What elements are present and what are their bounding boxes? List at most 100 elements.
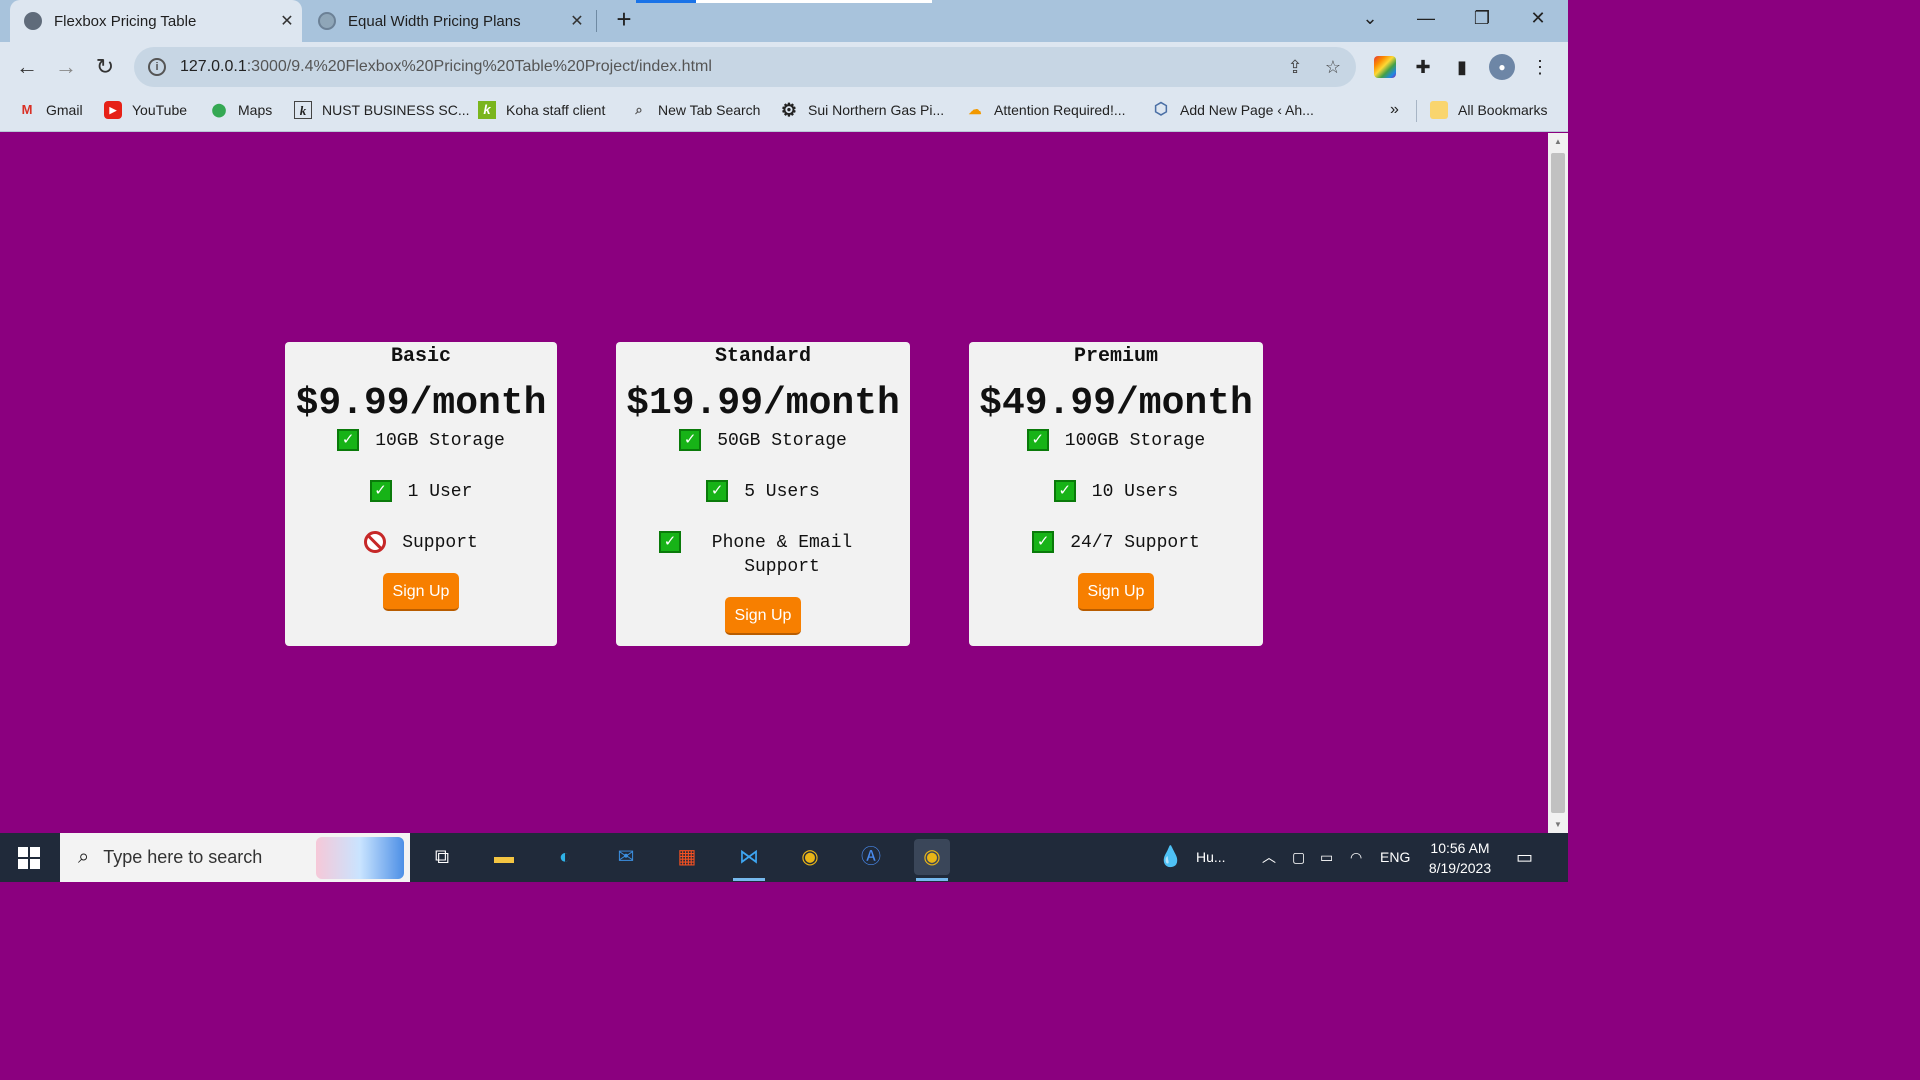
app-a-icon[interactable]: Ⓐ (853, 839, 889, 875)
feature-item: Support (285, 531, 557, 555)
tab-equal-width-pricing-plans[interactable]: Equal Width Pricing Plans ✕ (306, 0, 592, 42)
microsoft-store-icon[interactable]: ▦ (669, 839, 705, 875)
pricing-card-standard: Standard $19.99/month ✓ 50GB Storage ✓ 5 U… (616, 342, 910, 646)
color-extension-icon[interactable] (1374, 56, 1396, 78)
share-icon[interactable]: ⇪ (1280, 57, 1310, 78)
koha-icon: k (478, 101, 496, 119)
search-icon: ⌕ (635, 102, 643, 117)
chatgpt-icon (318, 12, 336, 30)
scroll-down-arrow-icon[interactable]: ▼ (1548, 820, 1568, 829)
plan-price: $9.99/month (295, 382, 547, 425)
close-window-button[interactable]: ✕ (1512, 0, 1564, 38)
more-menu-icon[interactable]: ⋮ (1527, 54, 1553, 80)
bookmark-new-tab-search[interactable]: ⌕ New Tab Search (630, 92, 760, 128)
bookmarks-separator (1416, 100, 1417, 122)
plan-name: Premium (1073, 345, 1158, 368)
forward-button[interactable]: → (49, 50, 83, 84)
scrollbar-thumb[interactable] (1551, 153, 1565, 813)
feature-list: ✓ 50GB Storage ✓ 5 Users ✓ Phone & Email Su… (616, 429, 910, 579)
plan-price: $49.99/month (979, 382, 1253, 425)
weather-text[interactable]: Hu... (1196, 833, 1226, 882)
url-text[interactable]: 127.0.0.1:3000/9.4%20Flexbox%20Pricing%2… (180, 58, 1280, 76)
task-view-icon[interactable]: ⧉ (424, 839, 460, 875)
site-info-icon[interactable]: i (148, 58, 166, 76)
minimize-button[interactable]: — (1400, 0, 1452, 38)
battery-icon[interactable]: ▭ (1320, 833, 1333, 882)
feature-item: ✓ 24/7 Support (969, 531, 1263, 555)
search-icon: ⌕ (78, 846, 90, 868)
close-icon[interactable]: ✕ (562, 11, 592, 31)
plan-name: Basic (390, 345, 451, 368)
folder-icon (1430, 101, 1448, 119)
feature-item: ✓ 5 Users (616, 480, 910, 504)
windows-start-button[interactable] (18, 847, 40, 869)
wifi-icon[interactable]: ◠ (1350, 833, 1362, 882)
checkmark-icon: ✓ (1026, 429, 1049, 451)
bookmark-koha[interactable]: k Koha staff client (478, 92, 605, 128)
bookmark-sui-northern[interactable]: ⚙ Sui Northern Gas Pi... (780, 92, 944, 128)
puzzle-extensions-icon[interactable]: ✚ (1410, 54, 1436, 80)
meet-now-icon[interactable]: ▢ (1292, 833, 1305, 882)
feature-item: ✓ 1 User (285, 480, 557, 504)
notification-icon[interactable]: ▭ (1516, 833, 1533, 882)
star-icon[interactable]: ☆ (1318, 57, 1348, 78)
feature-list: ✓ 100GB Storage ✓ 10 Users ✓ 24/7 Support (969, 429, 1263, 555)
bookmark-gmail[interactable]: M Gmail (18, 92, 83, 128)
sign-up-button-basic[interactable]: Sign Up (382, 573, 460, 611)
tray-chevron-icon[interactable]: ︿ (1262, 833, 1276, 882)
feature-item: ✓ Phone & Email Support (616, 531, 910, 579)
bookmark-nust[interactable]: k NUST BUSINESS SC... (294, 92, 470, 128)
checkmark-icon: ✓ (659, 531, 681, 553)
chrome-icon[interactable]: ◉ (792, 839, 828, 875)
plan-name: Standard (714, 345, 811, 368)
close-icon[interactable]: ✕ (272, 11, 302, 31)
file-explorer-icon[interactable]: ▬ (486, 839, 522, 875)
edge-icon[interactable]: ◐ (547, 839, 583, 875)
bookmark-add-new-page[interactable]: ⬡ Add New Page ‹ Ah... (1152, 92, 1314, 128)
mail-icon[interactable]: ✉ (608, 839, 644, 875)
weather-icon[interactable]: 💧 (1158, 833, 1183, 882)
feature-item: ✓ 50GB Storage (616, 429, 910, 453)
clock-time: 10:56 AM (1430, 840, 1490, 856)
all-bookmarks-button[interactable]: All Bookmarks (1430, 92, 1547, 128)
vscode-icon[interactable]: ⋈ (731, 839, 767, 881)
scroll-up-arrow-icon[interactable]: ▲ (1548, 137, 1568, 146)
checkmark-icon: ✓ (1053, 480, 1076, 502)
feature-item: ✓ 10 Users (969, 480, 1263, 504)
bookmarks-bar: M Gmail ▶ YouTube ⬤ Maps k NUST BUSINESS SC.… (0, 92, 1568, 132)
address-bar[interactable]: i 127.0.0.1:3000/9.4%20Flexbox%20Pricing… (134, 47, 1356, 87)
plan-price: $19.99/month (626, 382, 900, 425)
page-scrollbar[interactable]: ▲ ▼ (1548, 133, 1568, 833)
taskbar-search-box[interactable]: ⌕ Type here to search (60, 833, 410, 882)
sign-up-button-premium[interactable]: Sign Up (1077, 573, 1155, 611)
feature-item: ✓ 100GB Storage (969, 429, 1263, 453)
bookmarks-overflow-button[interactable]: » (1390, 92, 1399, 128)
reload-button[interactable]: ↻ (88, 50, 122, 84)
bookmark-youtube[interactable]: ▶ YouTube (104, 92, 187, 128)
k-icon: k (294, 101, 312, 119)
back-button[interactable]: ← (10, 50, 44, 84)
restore-button[interactable]: ❐ (1456, 0, 1508, 38)
windows-taskbar: ⌕ Type here to search ⧉ ▬ ◐ ✉ ▦ ⋈ ◉ Ⓐ ◉ … (0, 833, 1568, 882)
chrome-active-icon[interactable]: ◉ (914, 839, 950, 881)
bookmark-attention-required[interactable]: ☁ Attention Required!... (966, 92, 1126, 128)
tab-title: Equal Width Pricing Plans (348, 12, 521, 30)
side-panel-icon[interactable]: ▮ (1449, 54, 1475, 80)
new-tab-button[interactable]: + (610, 6, 638, 34)
taskbar-clock[interactable]: 10:56 AM 8/19/2023 (1418, 838, 1502, 878)
tab-search-button[interactable]: ⌄ (1344, 0, 1396, 38)
maps-icon: ⬤ (211, 102, 227, 117)
tab-flexbox-pricing-table[interactable]: Flexbox Pricing Table ✕ (10, 0, 302, 42)
tab-separator (596, 10, 597, 32)
profile-avatar[interactable]: ● (1489, 54, 1515, 80)
checkmark-icon: ✓ (706, 480, 729, 502)
clock-date: 8/19/2023 (1428, 860, 1492, 876)
sign-up-button-standard[interactable]: Sign Up (724, 597, 802, 635)
globe-icon (24, 12, 42, 30)
bookmark-maps[interactable]: ⬤ Maps (210, 92, 273, 128)
language-indicator[interactable]: ENG (1380, 833, 1410, 882)
page-viewport: Basic $9.99/month ✓ 10GB Storage ✓ 1 User … (0, 133, 1548, 833)
pricing-card-basic: Basic $9.99/month ✓ 10GB Storage ✓ 1 User … (285, 342, 557, 646)
checkmark-icon: ✓ (369, 480, 392, 502)
hexagon-icon: ⬡ (1154, 101, 1168, 118)
